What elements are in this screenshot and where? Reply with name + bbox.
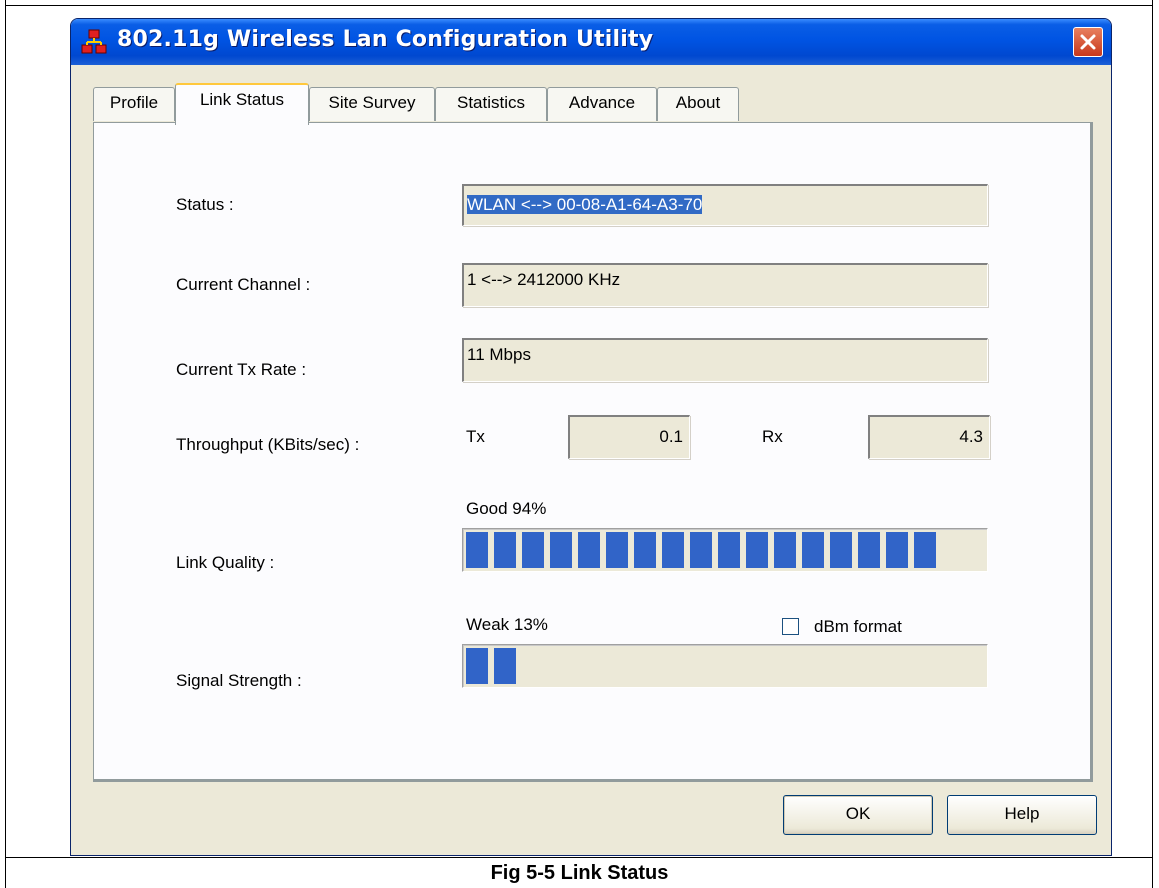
signal-strength-text: Weak 13% [466, 615, 548, 634]
document-border-top [5, 5, 1153, 6]
link-quality-label: Link Quality : [176, 553, 275, 572]
tab-statistics[interactable]: Statistics [435, 87, 547, 121]
tx-label: Tx [466, 427, 485, 446]
dbm-format-checkbox[interactable] [782, 618, 799, 635]
signal-strength-segment [466, 648, 488, 684]
title-bar[interactable]: 802.11g Wireless Lan Configuration Utili… [71, 19, 1111, 65]
ok-button[interactable]: OK [783, 795, 933, 835]
link-quality-segment [718, 532, 740, 568]
current-channel-field[interactable]: 1 <--> 2412000 KHz [462, 263, 988, 307]
tab-site-survey[interactable]: Site Survey [309, 87, 435, 121]
status-label: Status : [176, 195, 234, 214]
link-quality-segment [662, 532, 684, 568]
link-quality-segment [858, 532, 880, 568]
tab-advance[interactable]: Advance [547, 87, 657, 121]
current-tx-rate-label: Current Tx Rate : [176, 360, 307, 379]
link-quality-segment [550, 532, 572, 568]
tab-about[interactable]: About [657, 87, 739, 121]
network-app-icon [81, 29, 107, 54]
window-title: 802.11g Wireless Lan Configuration Utili… [117, 27, 654, 52]
status-field[interactable]: WLAN <--> 00-08-A1-64-A3-70 [462, 184, 988, 226]
close-icon [1080, 34, 1096, 50]
link-quality-segment [746, 532, 768, 568]
link-quality-bar [462, 528, 988, 572]
throughput-label: Throughput (KBits/sec) : [176, 435, 360, 454]
rx-label: Rx [762, 427, 783, 446]
link-quality-segment [606, 532, 628, 568]
signal-strength-bar [462, 644, 988, 688]
tab-link-status[interactable]: Link Status [175, 83, 309, 125]
link-quality-segment [494, 532, 516, 568]
link-quality-segment [886, 532, 908, 568]
signal-strength-segment [494, 648, 516, 684]
link-quality-segment [774, 532, 796, 568]
link-quality-segment [690, 532, 712, 568]
tx-throughput-field[interactable]: 0.1 [568, 415, 690, 459]
link-quality-segment [830, 532, 852, 568]
link-quality-text: Good 94% [466, 499, 547, 518]
dbm-format-label: dBm format [814, 617, 902, 636]
rx-throughput-field[interactable]: 4.3 [868, 415, 990, 459]
link-quality-segment [578, 532, 600, 568]
document-border-right [1152, 0, 1153, 888]
help-button[interactable]: Help [947, 795, 1097, 835]
config-utility-window: 802.11g Wireless Lan Configuration Utili… [70, 18, 1112, 856]
status-value: WLAN <--> 00-08-A1-64-A3-70 [467, 195, 703, 214]
link-status-panel: Status : WLAN <--> 00-08-A1-64-A3-70 Cur… [93, 122, 1093, 782]
document-border-left [5, 0, 6, 888]
link-quality-segment [634, 532, 656, 568]
link-quality-segment [522, 532, 544, 568]
tab-profile[interactable]: Profile [93, 87, 175, 121]
signal-strength-label: Signal Strength : [176, 671, 302, 690]
figure-caption: Fig 5-5 Link Status [490, 862, 669, 884]
link-quality-segment [466, 532, 488, 568]
close-window-button[interactable] [1073, 27, 1103, 57]
link-quality-segment [914, 532, 936, 568]
current-channel-label: Current Channel : [176, 275, 311, 294]
link-quality-segment [802, 532, 824, 568]
current-tx-rate-field[interactable]: 11 Mbps [462, 338, 988, 382]
